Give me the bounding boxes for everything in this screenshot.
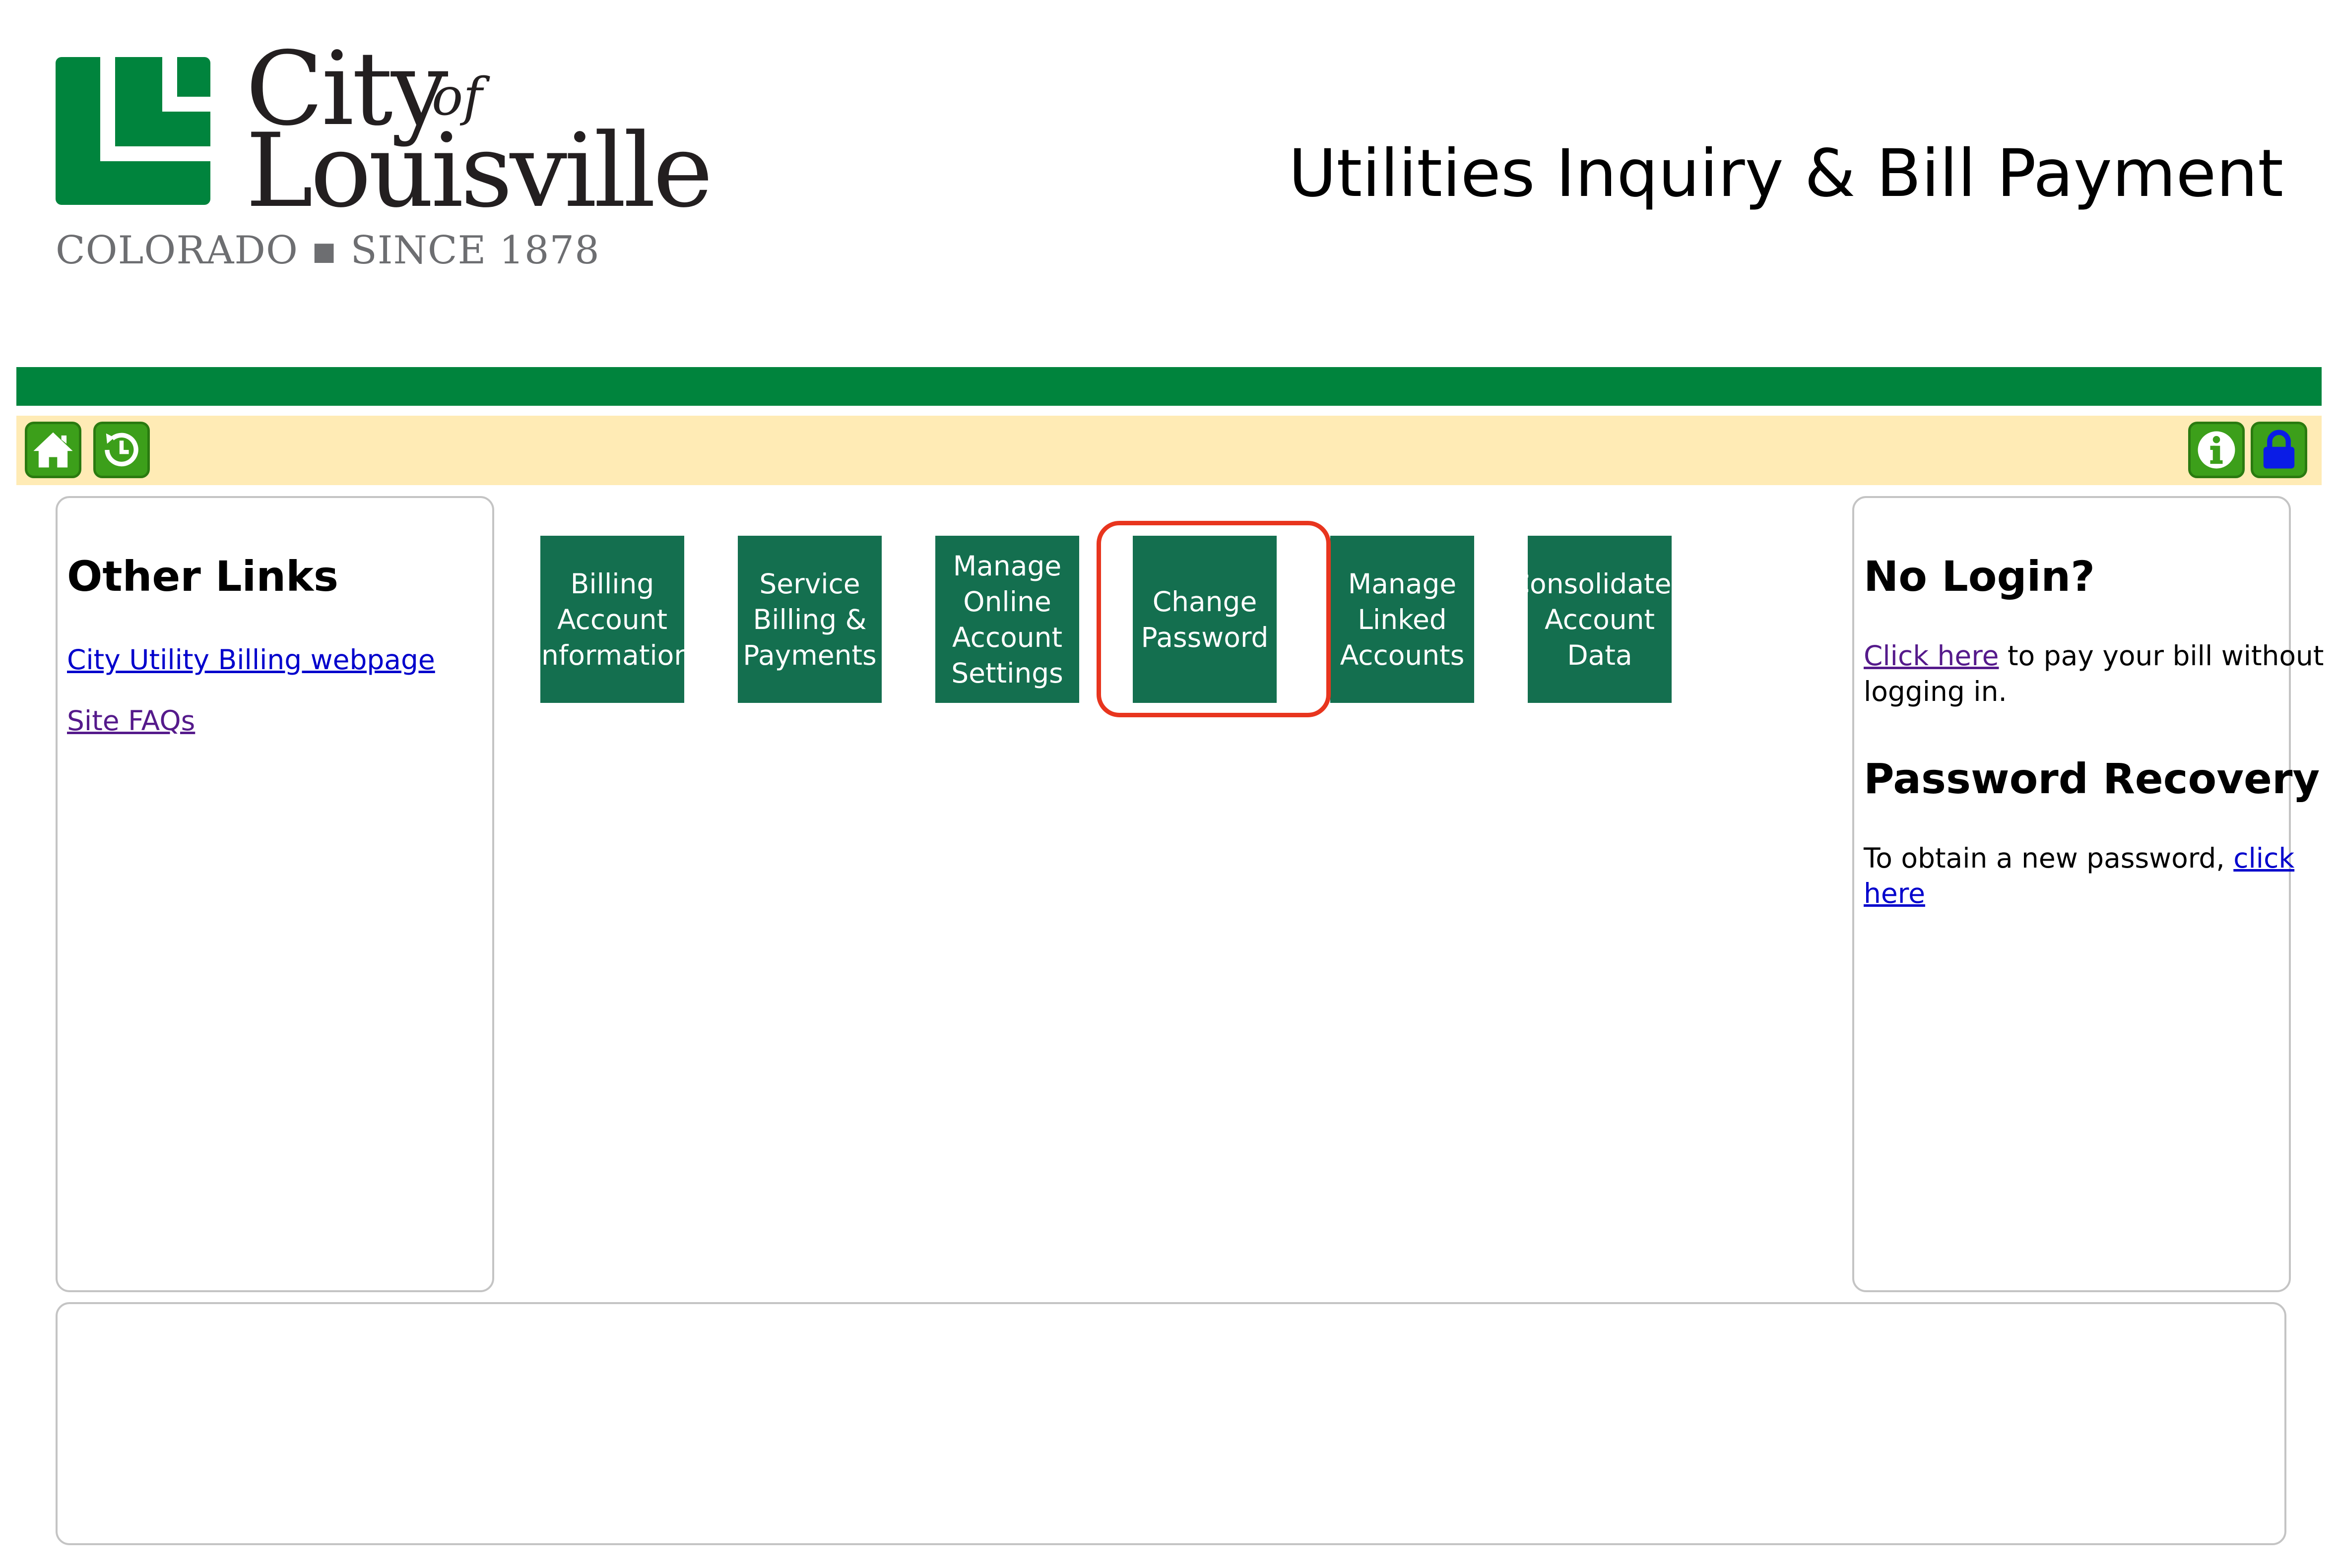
recovery-text: To obtain a new password, click <box>1864 840 2294 876</box>
tile-label: Service Billing & Payments <box>743 567 877 671</box>
page-title: Utilities Inquiry & Bill Payment <box>1288 135 2283 212</box>
city-utility-billing-link[interactable]: City Utility Billing webpage <box>67 642 435 677</box>
highlight-ring <box>1097 521 1331 717</box>
lock-icon[interactable] <box>2251 422 2307 478</box>
toolbar <box>16 416 2322 485</box>
tile-label: Billing Account Information <box>540 567 684 671</box>
logo-tagline: COLORADO ▪ SINCE 1878 <box>56 228 600 273</box>
no-login-text-2: logging in. <box>1864 676 2007 707</box>
tile-manage-linked-accounts[interactable]: Manage Linked Accounts <box>1330 536 1474 703</box>
header-bar <box>16 367 2322 406</box>
tile-label: Manage Linked Accounts <box>1340 567 1465 671</box>
tile-service-billing-payments[interactable]: Service Billing & Payments <box>738 536 882 703</box>
pay-without-login-link[interactable]: Click here <box>1864 640 1999 672</box>
tile-label: Manage Online Account Settings <box>951 550 1063 689</box>
no-login-heading: No Login? <box>1864 552 2095 601</box>
tile-billing-account-information[interactable]: Billing Account Information <box>540 536 684 703</box>
site-faqs-link[interactable]: Site FAQs <box>67 703 195 738</box>
history-icon[interactable] <box>93 422 150 478</box>
recovery-here-link[interactable]: here <box>1864 876 1925 911</box>
recovery-click-link[interactable]: click <box>2233 842 2294 874</box>
tile-manage-online-account-settings[interactable]: Manage Online Account Settings <box>935 536 1079 703</box>
password-recovery-heading: Password Recovery <box>1864 754 2320 803</box>
other-links-panel <box>56 496 494 1292</box>
bottom-content-panel <box>56 1302 2286 1545</box>
home-icon[interactable] <box>25 422 81 478</box>
no-login-text: Click here to pay your bill without <box>1864 638 2324 674</box>
tile-label: Consolidated Account Data <box>1528 567 1672 671</box>
info-icon[interactable] <box>2188 422 2245 478</box>
no-login-text-1: to pay your bill without <box>1999 640 2324 672</box>
logo-name-text: Louisville <box>246 112 713 230</box>
city-logo-mark <box>56 57 210 205</box>
recovery-text-lead: To obtain a new password, <box>1864 842 2234 874</box>
tile-consolidated-account-data[interactable]: Consolidated Account Data <box>1528 536 1672 703</box>
other-links-heading: Other Links <box>67 552 338 601</box>
